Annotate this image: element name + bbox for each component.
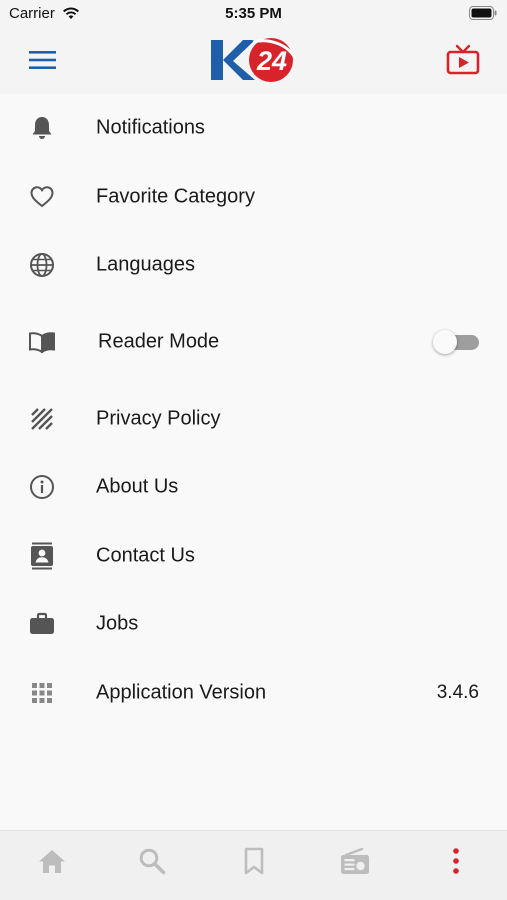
reader-mode-toggle[interactable] (433, 330, 479, 354)
contact-card-icon (28, 542, 56, 570)
svg-text:24: 24 (256, 46, 287, 76)
bookmark-icon (244, 847, 264, 875)
info-icon (28, 473, 56, 501)
book-icon (28, 328, 56, 356)
settings-item-label: About Us (96, 475, 179, 498)
settings-item-jobs[interactable]: Jobs (0, 592, 507, 656)
settings-item-label: Notifications (96, 116, 205, 139)
tab-home[interactable] (27, 841, 77, 881)
tab-bar (0, 830, 507, 900)
settings-item-label: Favorite Category (96, 185, 255, 208)
more-vertical-icon (453, 848, 459, 874)
hamburger-menu-icon[interactable] (29, 50, 56, 70)
settings-item-label: Privacy Policy (96, 407, 221, 430)
tab-more[interactable] (431, 841, 481, 881)
tab-bookmarks[interactable] (229, 841, 279, 881)
settings-item-privacy-policy[interactable]: Privacy Policy (0, 387, 507, 451)
tab-search[interactable] (127, 841, 177, 881)
home-icon (39, 850, 65, 873)
heart-icon (28, 183, 56, 211)
grid-icon (28, 679, 56, 707)
tab-radio[interactable] (330, 841, 380, 881)
settings-item-reader-mode[interactable]: Reader Mode (0, 310, 507, 374)
settings-item-label: Jobs (96, 612, 139, 635)
settings-item-label: Contact Us (96, 544, 195, 567)
battery-icon (469, 6, 497, 20)
hatch-icon (28, 405, 56, 433)
settings-item-label: Reader Mode (98, 330, 220, 353)
nav-bar: 24 (0, 28, 507, 94)
status-bar: Carrier 5:35 PM (0, 0, 507, 28)
globe-icon (28, 251, 56, 279)
settings-item-notifications[interactable]: Notifications (0, 96, 507, 160)
settings-item-favorite-category[interactable]: Favorite Category (0, 165, 507, 229)
settings-item-application-version: Application Version 3.4.6 (0, 661, 507, 725)
settings-item-contact-us[interactable]: Contact Us (0, 524, 507, 588)
live-tv-icon[interactable] (446, 44, 480, 76)
settings-item-languages[interactable]: Languages (0, 233, 507, 297)
k24-logo[interactable]: 24 (209, 34, 299, 86)
app-version-value: 3.4.6 (436, 682, 479, 703)
briefcase-icon (28, 610, 56, 638)
search-icon (139, 848, 166, 875)
settings-item-label: Application Version (96, 681, 267, 704)
bell-icon (28, 114, 56, 142)
settings-item-about-us[interactable]: About Us (0, 455, 507, 519)
radio-icon (341, 847, 369, 874)
toggle-thumb (433, 330, 457, 354)
settings-item-label: Languages (96, 253, 195, 276)
status-time: 5:35 PM (225, 5, 282, 22)
screen: Carrier 5:35 PM 24 Notifications Favorit… (0, 0, 507, 900)
